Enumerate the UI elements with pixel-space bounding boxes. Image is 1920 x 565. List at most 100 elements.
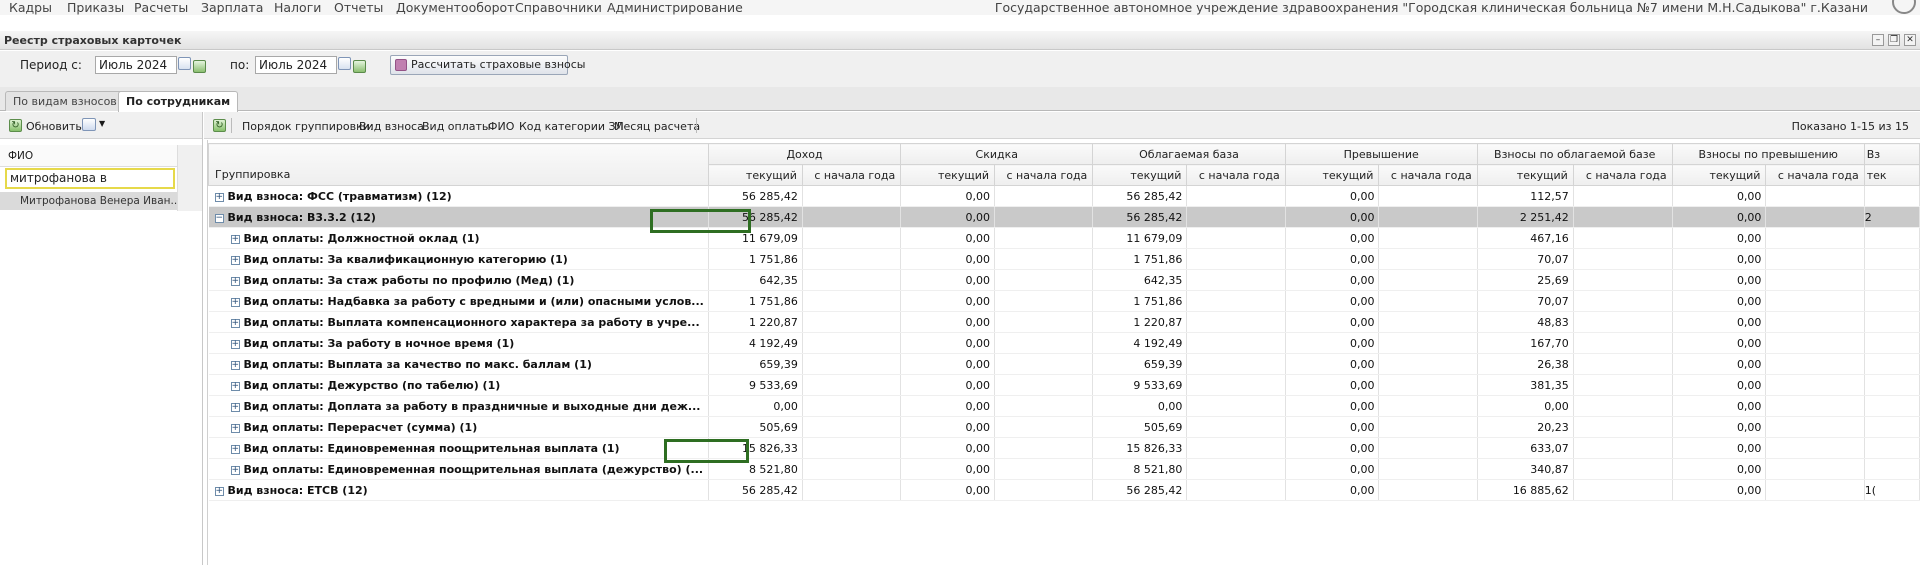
fio-column-header[interactable]: ФИО xyxy=(0,145,177,167)
chevron-down-icon[interactable]: ▼ xyxy=(99,119,105,128)
column-ytd[interactable]: с начала года xyxy=(1765,164,1865,186)
expand-icon[interactable]: + xyxy=(230,318,240,328)
calculate-contributions-button[interactable]: Рассчитать страховые взносы xyxy=(390,55,586,75)
clear-date-icon[interactable] xyxy=(353,60,366,73)
grouping-cell[interactable]: + Вид оплаты: Единовременная поощрительна… xyxy=(208,437,709,459)
expand-icon[interactable]: + xyxy=(230,276,240,286)
column-ytd[interactable]: с начала года xyxy=(1572,164,1673,186)
menu-administrirovanie[interactable]: Администрирование xyxy=(607,0,743,15)
expand-icon[interactable]: + xyxy=(230,402,240,412)
expand-icon[interactable]: + xyxy=(230,255,240,265)
refresh-button[interactable]: Обновить xyxy=(26,120,82,133)
menu-zarplata[interactable]: Зарплата xyxy=(201,0,263,15)
grouping-cell[interactable]: + Вид оплаты: Доплата за работу в праздни… xyxy=(208,395,709,417)
collapse-icon[interactable]: − xyxy=(214,213,224,223)
column-current[interactable]: текущий xyxy=(707,164,803,186)
menu-dokumentooborot[interactable]: Документооборот xyxy=(396,0,514,15)
column-group-excess[interactable]: Превышение xyxy=(1284,143,1478,165)
column-current-cut[interactable]: тек xyxy=(1863,164,1920,186)
menu-kadry[interactable]: Кадры xyxy=(9,0,52,15)
grouping-cell[interactable]: + Вид оплаты: Должностной оклад (1) xyxy=(208,227,709,249)
grouping-cell[interactable]: − Вид взноса: В3.3.2 (12) xyxy=(208,206,709,228)
minimize-icon[interactable]: – xyxy=(1872,34,1884,46)
grouping-item-payment-type[interactable]: Вид оплаты xyxy=(422,120,491,133)
table-row[interactable]: + Вид оплаты: Единовременная поощрительна… xyxy=(208,437,1920,459)
calendar-icon[interactable] xyxy=(178,57,191,70)
table-row[interactable]: + Вид оплаты: Единовременная поощрительна… xyxy=(208,458,1920,480)
refresh-icon[interactable]: ↻ xyxy=(213,119,226,132)
calendar-icon[interactable] xyxy=(338,57,351,70)
column-group-cut[interactable]: Вз xyxy=(1863,143,1920,165)
grouping-column-header[interactable]: Группировка xyxy=(208,143,709,186)
grouping-cell[interactable]: + Вид оплаты: Надбавка за работу с вредны… xyxy=(208,290,709,312)
column-ytd[interactable]: с начала года xyxy=(1378,164,1478,186)
table-row[interactable]: + Вид оплаты: Выплата за качество по макс… xyxy=(208,353,1920,375)
table-row[interactable]: + Вид взноса: ФСС (травматизм) (12) 56 285… xyxy=(208,185,1920,207)
table-row[interactable]: + Вид взноса: ЕТСВ (12) 56 285,42 0,00 56 28… xyxy=(208,479,1920,501)
column-current[interactable]: текущий xyxy=(900,164,995,186)
expand-icon[interactable]: + xyxy=(230,444,240,454)
menu-prikazy[interactable]: Приказы xyxy=(67,0,124,15)
fio-search-input[interactable]: митрофанова в xyxy=(5,168,175,189)
menu-spravochniki[interactable]: Справочники xyxy=(515,0,602,15)
column-group-discount[interactable]: Скидка xyxy=(900,143,1094,165)
restore-icon[interactable]: ❐ xyxy=(1888,34,1900,46)
table-row[interactable]: + Вид оплаты: За стаж работы по профилю (… xyxy=(208,269,1920,291)
expand-icon[interactable]: + xyxy=(230,381,240,391)
expand-icon[interactable]: + xyxy=(214,486,224,496)
expand-icon[interactable]: + xyxy=(230,423,240,433)
column-ytd[interactable]: с начала года xyxy=(801,164,902,186)
period-from-field[interactable]: Июль 2024 xyxy=(95,56,177,74)
grouping-item-calc-month[interactable]: Месяц расчета xyxy=(614,120,700,133)
table-row[interactable]: + Вид оплаты: Надбавка за работу с вредны… xyxy=(208,290,1920,312)
table-row[interactable]: + Вид оплаты: Выплата компенсационного ха… xyxy=(208,311,1920,333)
column-current[interactable]: текущий xyxy=(1671,164,1767,186)
export-icon[interactable] xyxy=(82,118,96,131)
period-to-field[interactable]: Июль 2024 xyxy=(255,56,337,74)
refresh-icon[interactable]: ↻ xyxy=(9,119,22,132)
grouping-cell[interactable]: + Вид взноса: ЕТСВ (12) xyxy=(208,479,709,501)
grouping-cell[interactable]: + Вид оплаты: Единовременная поощрительна… xyxy=(208,458,709,480)
column-group-contrib-excess[interactable]: Взносы по превышению xyxy=(1671,143,1865,165)
grouping-cell[interactable]: + Вид оплаты: За работу в ночное время (1… xyxy=(208,332,709,354)
table-row[interactable]: + Вид оплаты: Перерасчет (сумма) (1) 505,6… xyxy=(208,416,1920,438)
column-group-contrib-taxable[interactable]: Взносы по облагаемой базе xyxy=(1476,143,1673,165)
expand-icon[interactable]: + xyxy=(230,465,240,475)
tab-by-employee[interactable]: По сотрудникам xyxy=(118,91,239,112)
column-ytd[interactable]: с начала года xyxy=(1186,164,1286,186)
expand-icon[interactable]: + xyxy=(214,192,224,202)
table-row[interactable]: − Вид взноса: В3.3.2 (12) 56 285,42 0,00 56 … xyxy=(208,206,1920,228)
column-current[interactable]: текущий xyxy=(1476,164,1574,186)
column-current[interactable]: текущий xyxy=(1284,164,1380,186)
grouping-cell[interactable]: + Вид оплаты: Выплата компенсационного ха… xyxy=(208,311,709,333)
table-row[interactable]: + Вид оплаты: За работу в ночное время (1… xyxy=(208,332,1920,354)
grouping-cell[interactable]: + Вид взноса: ФСС (травматизм) (12) xyxy=(208,185,709,207)
column-current[interactable]: текущий xyxy=(1092,164,1188,186)
grouping-item-category-code[interactable]: Код категории ЗЛ xyxy=(519,120,624,133)
table-row[interactable]: + Вид оплаты: Должностной оклад (1) 11 679… xyxy=(208,227,1920,249)
grouping-item-contribution-type[interactable]: Вид взноса xyxy=(359,120,424,133)
close-icon[interactable]: ✕ xyxy=(1904,34,1916,46)
grouping-item-fio[interactable]: ФИО xyxy=(488,120,514,133)
table-row[interactable]: + Вид оплаты: Дежурство (по табелю) (1) 9 … xyxy=(208,374,1920,396)
menu-raschety[interactable]: Расчеты xyxy=(134,0,188,15)
tab-by-contribution-type[interactable]: По видам взносов xyxy=(5,91,125,111)
column-group-taxable-base[interactable]: Облагаемая база xyxy=(1092,143,1286,165)
table-row[interactable]: + Вид оплаты: За квалификационную категор… xyxy=(208,248,1920,270)
grouping-cell[interactable]: + Вид оплаты: Перерасчет (сумма) (1) xyxy=(208,416,709,438)
expand-icon[interactable]: + xyxy=(230,234,240,244)
grouping-cell[interactable]: + Вид оплаты: Выплата за качество по макс… xyxy=(208,353,709,375)
employee-list-item[interactable]: Митрофанова Венера Иван... xyxy=(0,192,177,210)
list-scrollbar[interactable] xyxy=(177,145,202,211)
column-group-income[interactable]: Доход xyxy=(707,143,902,165)
grouping-cell[interactable]: + Вид оплаты: Дежурство (по табелю) (1) xyxy=(208,374,709,396)
column-ytd[interactable]: с начала года xyxy=(993,164,1094,186)
expand-icon[interactable]: + xyxy=(230,360,240,370)
menu-otchety[interactable]: Отчеты xyxy=(334,0,383,15)
grouping-cell[interactable]: + Вид оплаты: За стаж работы по профилю (… xyxy=(208,269,709,291)
clear-date-icon[interactable] xyxy=(193,60,206,73)
grouping-cell[interactable]: + Вид оплаты: За квалификационную категор… xyxy=(208,248,709,270)
expand-icon[interactable]: + xyxy=(230,297,240,307)
table-row[interactable]: + Вид оплаты: Доплата за работу в праздни… xyxy=(208,395,1920,417)
menu-nalogi[interactable]: Налоги xyxy=(274,0,321,15)
